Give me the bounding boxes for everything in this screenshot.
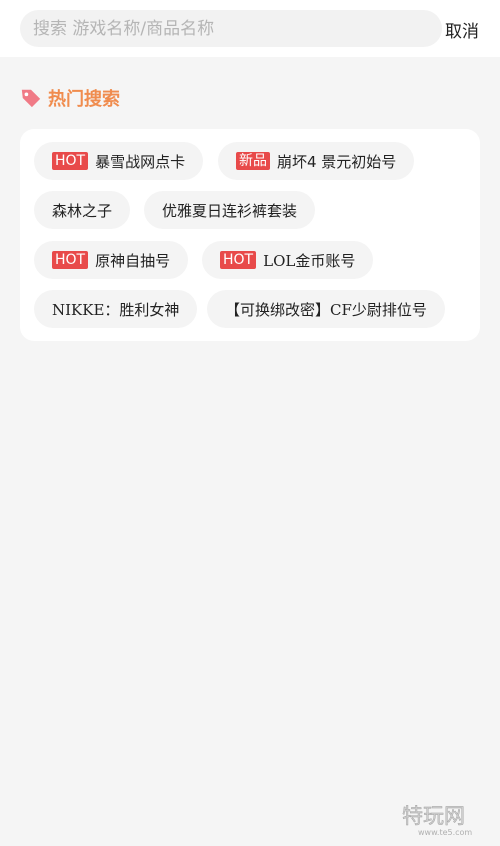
hot-search-item-label: LOL金币账号 — [263, 251, 356, 270]
hot-search-item-label: 原神自抽号 — [95, 251, 171, 270]
hot-badge: HOT — [220, 251, 257, 269]
top-bar: 取消 — [0, 0, 500, 57]
hot-search-item[interactable]: NIKKE：胜利女神 — [34, 290, 198, 328]
tag-icon — [21, 89, 41, 108]
search-input[interactable] — [33, 10, 442, 47]
hot-search-card: HOT 暴雪战网点卡 新品 崩坏4 景元初始号 森林之子 优雅夏日连衫裤套装 H… — [20, 129, 480, 341]
hot-search-header: 热门搜索 — [20, 86, 120, 110]
hot-search-item[interactable]: 新品 崩坏4 景元初始号 — [218, 142, 415, 180]
hot-search-item-label: 【可换绑改密】CF少尉排位号 — [225, 300, 427, 319]
hot-search-item[interactable]: HOT LOL金币账号 — [202, 241, 374, 279]
watermark-url: www.te5.com — [418, 828, 472, 837]
new-badge: 新品 — [236, 152, 270, 170]
hot-search-item-label: 优雅夏日连衫裤套装 — [162, 201, 298, 220]
hot-search-title: 热门搜索 — [48, 89, 120, 110]
watermark-text: 特玩网 — [402, 804, 465, 828]
hot-badge: HOT — [52, 152, 89, 170]
hot-search-item-label: 暴雪战网点卡 — [95, 152, 186, 171]
hot-search-item[interactable]: HOT 原神自抽号 — [34, 241, 189, 279]
hot-search-item[interactable]: 【可换绑改密】CF少尉排位号 — [207, 290, 445, 328]
hot-search-item-label: NIKKE：胜利女神 — [52, 300, 180, 319]
hot-search-item-label: 森林之子 — [52, 201, 113, 220]
cancel-button[interactable]: 取消 — [445, 17, 479, 42]
watermark-logo: 特玩网 www.te5.com — [402, 804, 473, 837]
hot-search-item[interactable]: 森林之子 — [34, 191, 131, 229]
hot-search-item[interactable]: HOT 暴雪战网点卡 — [34, 142, 204, 180]
hot-badge: HOT — [52, 251, 89, 269]
search-box[interactable] — [20, 10, 442, 47]
hot-search-item[interactable]: 优雅夏日连衫裤套装 — [144, 191, 316, 229]
hot-search-item-label: 崩坏4 景元初始号 — [277, 152, 397, 171]
